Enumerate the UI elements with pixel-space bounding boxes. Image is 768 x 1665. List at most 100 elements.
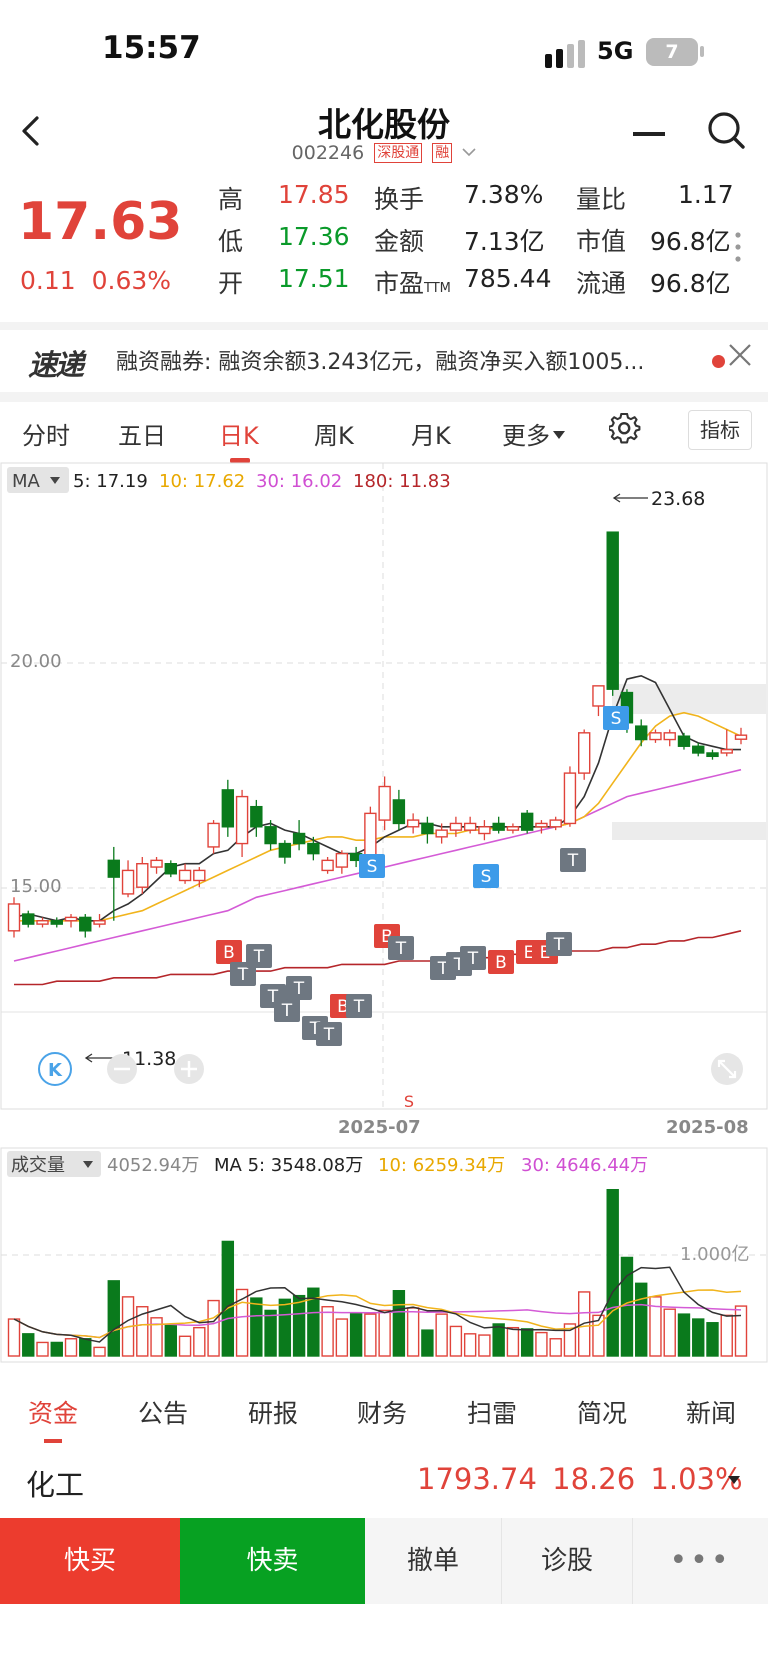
buy-marker: B (216, 940, 242, 964)
svg-text:T: T (353, 997, 365, 1017)
low-label: 低 (218, 227, 244, 256)
kline-chart[interactable]: MA 5: 17.19 10: 17.62 30: 16.02 180: 11.… (0, 462, 768, 1382)
volume-ma5: MA 5: 3548.08万 (214, 1155, 363, 1176)
tab-monthly-k[interactable]: 月K (411, 416, 451, 451)
tab-funds[interactable]: 资金 (28, 1394, 78, 1430)
volume-bar-up (93, 1346, 106, 1357)
caret-down-icon (553, 431, 565, 439)
search-icon[interactable] (706, 110, 746, 150)
x-tick-label: 2025-07 (338, 1117, 421, 1138)
volume-bar-down (50, 1341, 63, 1357)
amount-label: 金额 (374, 227, 425, 256)
gear-icon[interactable] (609, 413, 641, 445)
tab-more[interactable]: 更多 (502, 416, 565, 451)
quick-sell-button[interactable]: 快卖 (180, 1518, 365, 1604)
svg-text:T: T (281, 1001, 293, 1021)
tab-overview[interactable]: 简况 (577, 1394, 627, 1430)
candle-down (164, 860, 178, 878)
candle-down (221, 779, 235, 837)
zoom-out-icon[interactable] (107, 1054, 137, 1084)
tab-announcements[interactable]: 公告 (138, 1394, 188, 1430)
industry-change: 18.26 (552, 1462, 636, 1496)
more-vertical-icon[interactable] (735, 231, 741, 263)
candle-body (663, 732, 676, 741)
volume-bar-up (720, 1314, 733, 1357)
news-logo: 速递 (28, 348, 84, 382)
signal-s-mark: S (404, 1092, 414, 1111)
tab-research[interactable]: 研报 (248, 1394, 298, 1430)
buy-marker: B (488, 950, 514, 974)
cancel-order-button[interactable]: 撤单 (365, 1518, 502, 1604)
candle-body (178, 869, 192, 882)
candle-down (606, 531, 619, 696)
change-value: 0.11 (20, 266, 76, 295)
high-value: 17.85 (278, 180, 350, 209)
info-tabs: 资金 公告 研报 财务 扫雷 简况 新闻 (0, 1378, 768, 1443)
candle-up (93, 914, 106, 928)
tab-five-day[interactable]: 五日 (118, 416, 166, 451)
candle-down (706, 749, 719, 760)
candle-down (392, 789, 406, 831)
open-label: 开 (218, 269, 244, 298)
candle-up (150, 856, 163, 874)
volume-bar-up (506, 1326, 520, 1357)
volratio-label: 量比 (576, 185, 627, 214)
candle-up (64, 914, 78, 928)
stock-code-line[interactable]: 002246 深股通 融 (0, 142, 768, 164)
fullscreen-icon[interactable] (711, 1053, 743, 1085)
volume-bar-down (606, 1188, 619, 1357)
t-marker: T (560, 848, 586, 872)
stock-name: 北化股份 (318, 105, 450, 144)
mcap-value: 96.8亿 (650, 227, 731, 256)
tab-daily-k[interactable]: 日K (219, 416, 259, 451)
industry-values: 1793.74 18.26 1.03% (417, 1462, 743, 1496)
candle-body (250, 805, 263, 828)
news-ticker[interactable]: 速递 融资融券: 融资余额3.243亿元，融资净买入额1005... (0, 322, 768, 384)
candle-body (478, 826, 491, 835)
amount-value: 7.13亿 (464, 227, 545, 256)
action-bar: 快买 快卖 撤单 诊股 ••• (0, 1518, 768, 1604)
minimize-button[interactable] (633, 132, 665, 136)
k-logo-icon[interactable]: K (38, 1052, 72, 1086)
candle-down (421, 816, 434, 844)
candle-body (7, 903, 21, 932)
indicator-button[interactable]: 指标 (688, 410, 752, 450)
high-annotation: 23.68 (612, 488, 705, 510)
diagnose-stock-button[interactable]: 诊股 (502, 1518, 633, 1604)
candle-body (136, 863, 149, 888)
support-band (612, 822, 766, 840)
candle-down (292, 820, 306, 851)
candle-body (221, 789, 235, 828)
change-percent: 0.63% (91, 266, 172, 295)
zoom-in-icon[interactable] (174, 1054, 204, 1084)
t-marker: T (346, 994, 372, 1018)
float-value: 96.8亿 (650, 269, 731, 298)
quick-buy-button[interactable]: 快买 (0, 1518, 180, 1604)
more-button[interactable]: ••• (633, 1518, 768, 1604)
candle-up (577, 729, 591, 780)
volume-bar-down (221, 1240, 235, 1357)
volume-tick-label: 1.000亿 (680, 1244, 750, 1265)
tab-intraday[interactable]: 分时 (22, 416, 70, 451)
volume-bar-down (278, 1298, 292, 1357)
volume-legend-label: 成交量 (11, 1155, 65, 1176)
caret-down-icon[interactable] (728, 1476, 740, 1484)
volume-ma10: 10: 6259.34万 (378, 1155, 505, 1176)
volume-bar-up (734, 1305, 748, 1357)
volume-bar-up (321, 1306, 334, 1357)
candle-body (463, 822, 477, 831)
divider (0, 392, 768, 402)
candle-body (292, 832, 306, 845)
active-tab-indicator (44, 1439, 62, 1443)
tab-news[interactable]: 新闻 (686, 1394, 736, 1430)
tab-financials[interactable]: 财务 (357, 1394, 407, 1430)
candle-body (378, 785, 391, 821)
close-icon[interactable] (727, 342, 753, 368)
tab-weekly-k[interactable]: 周K (314, 416, 354, 451)
volume-bar-up (535, 1331, 548, 1357)
mcap-label: 市值 (576, 227, 627, 256)
industry-row[interactable]: 化工 1793.74 18.26 1.03% (0, 1448, 768, 1514)
candle-body (93, 920, 106, 925)
volume-bar-up (64, 1338, 78, 1357)
tab-risk-scan[interactable]: 扫雷 (467, 1394, 517, 1430)
